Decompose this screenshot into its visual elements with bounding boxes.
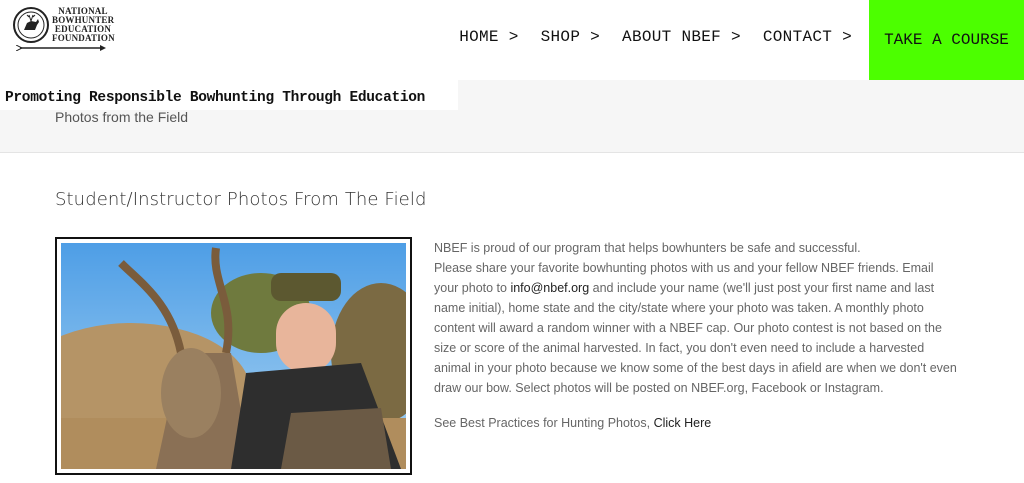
featured-photo <box>55 237 412 475</box>
email-link[interactable]: info@nbef.org <box>510 281 589 295</box>
nav-home[interactable]: HOME > <box>459 28 518 46</box>
page-heading: Student/Instructor Photos From The Field <box>55 189 427 210</box>
hunter-kudu-photo <box>61 243 406 469</box>
nav-shop[interactable]: SHOP > <box>541 28 600 46</box>
site-tagline: Promoting Responsible Bowhunting Through… <box>5 90 426 106</box>
deer-seal-icon <box>13 7 49 43</box>
arrow-icon <box>16 45 106 51</box>
site-header: NATIONAL BOWHUNTER EDUCATION FOUNDATION … <box>0 0 1024 81</box>
submission-text: Please share your favorite bowhunting ph… <box>434 261 957 395</box>
breadcrumb: Photos from the Field <box>55 109 189 125</box>
logo-text: NATIONAL BOWHUNTER EDUCATION FOUNDATION <box>52 6 115 43</box>
click-here-link[interactable]: Click Here <box>654 416 712 430</box>
take-a-course-label: TAKE A COURSE <box>884 31 1009 49</box>
content-body: NBEF is proud of our program that helps … <box>434 238 959 433</box>
nbef-logo[interactable]: NATIONAL BOWHUNTER EDUCATION FOUNDATION <box>12 4 115 51</box>
main-nav: HOME > SHOP > ABOUT NBEF > CONTACT > <box>459 28 852 46</box>
best-practices-text: See Best Practices for Hunting Photos, C… <box>434 416 712 430</box>
intro-text: NBEF is proud of our program that helps … <box>434 241 861 255</box>
nav-about[interactable]: ABOUT NBEF > <box>622 28 741 46</box>
take-a-course-button[interactable]: TAKE A COURSE <box>869 0 1024 80</box>
nav-contact[interactable]: CONTACT > <box>763 28 852 46</box>
